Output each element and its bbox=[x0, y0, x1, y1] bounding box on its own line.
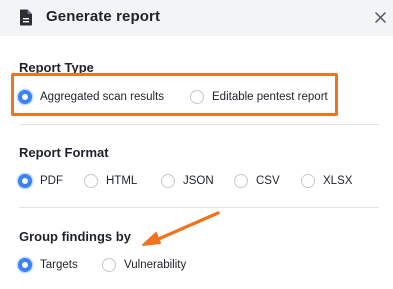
close-button[interactable] bbox=[371, 8, 389, 26]
radio-button[interactable] bbox=[190, 90, 204, 104]
document-icon bbox=[19, 9, 32, 26]
radio-option-html[interactable]: HTML bbox=[84, 172, 137, 190]
group-findings-title: Group findings by bbox=[19, 229, 131, 244]
radio-label: Aggregated scan results bbox=[40, 91, 165, 103]
radio-button-checked[interactable] bbox=[18, 90, 32, 104]
radio-button[interactable] bbox=[301, 174, 315, 188]
radio-label: CSV bbox=[256, 175, 280, 187]
radio-button-checked[interactable] bbox=[18, 174, 32, 188]
radio-label: XLSX bbox=[323, 175, 353, 187]
radio-label: PDF bbox=[40, 175, 63, 187]
radio-option-vulnerability[interactable]: Vulnerability bbox=[102, 256, 186, 274]
report-format-title: Report Format bbox=[19, 145, 109, 160]
radio-button[interactable] bbox=[84, 174, 98, 188]
radio-option-editable-pentest-report[interactable]: Editable pentest report bbox=[190, 88, 328, 106]
radio-option-json[interactable]: JSON bbox=[161, 172, 214, 190]
radio-button[interactable] bbox=[161, 174, 175, 188]
radio-label: HTML bbox=[106, 175, 138, 187]
divider bbox=[19, 124, 379, 125]
dialog-header: Generate report bbox=[0, 0, 393, 36]
radio-option-csv[interactable]: CSV bbox=[234, 172, 280, 190]
close-icon bbox=[374, 11, 386, 23]
radio-label: Editable pentest report bbox=[212, 91, 328, 103]
radio-option-aggregated-scan-results[interactable]: Aggregated scan results bbox=[18, 88, 164, 106]
radio-button[interactable] bbox=[234, 174, 248, 188]
radio-option-targets[interactable]: Targets bbox=[18, 256, 78, 274]
dialog-title: Generate report bbox=[46, 8, 161, 25]
radio-option-xlsx[interactable]: XLSX bbox=[301, 172, 352, 190]
radio-button[interactable] bbox=[102, 258, 116, 272]
radio-label: Targets bbox=[40, 259, 78, 271]
radio-label: JSON bbox=[183, 175, 214, 187]
orange-arrow-icon bbox=[142, 211, 220, 246]
radio-button-checked[interactable] bbox=[18, 258, 32, 272]
radio-option-pdf[interactable]: PDF bbox=[18, 172, 63, 190]
radio-label: Vulnerability bbox=[124, 259, 187, 271]
